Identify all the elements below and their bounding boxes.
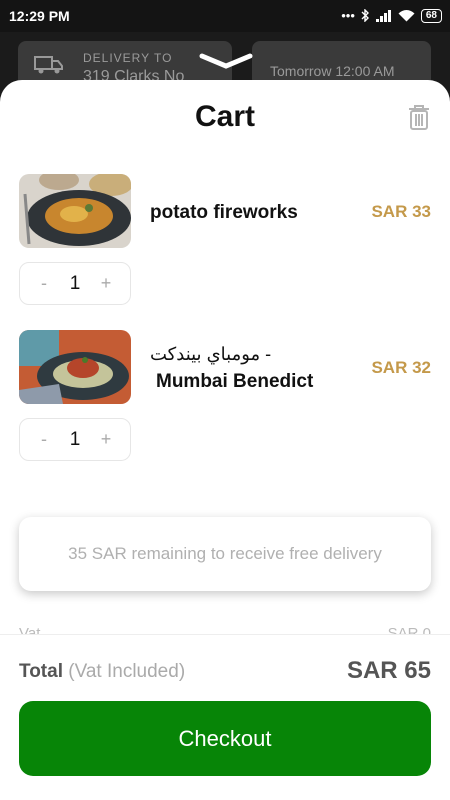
status-time: 12:29 PM xyxy=(9,8,70,24)
food-image xyxy=(19,174,131,248)
sheet-handle-icon[interactable] xyxy=(198,52,254,70)
decrease-button[interactable]: - xyxy=(36,429,52,450)
food-image xyxy=(19,330,131,404)
cart-item: potato fireworks SAR 33 - 1 + xyxy=(0,174,450,314)
page-title: Cart xyxy=(194,100,255,133)
vat-included-note: (Vat Included) xyxy=(68,661,186,682)
delivery-to-label: DELIVERY TO xyxy=(83,51,173,65)
status-bar: 12:29 PM ••• 68 xyxy=(0,0,450,32)
quantity-stepper: - 1 + xyxy=(19,262,131,305)
item-price: SAR 33 xyxy=(371,202,431,221)
cart-item: مومباي بيندكت - Mumbai Benedict SAR 32 -… xyxy=(0,330,450,470)
delivery-time: Tomorrow 12:00 AM xyxy=(270,63,395,79)
checkout-button[interactable]: Checkout xyxy=(19,701,431,776)
increase-button[interactable]: + xyxy=(98,273,114,294)
total-value: SAR 65 xyxy=(346,657,431,684)
cart-footer: Total (Vat Included) SAR 65 Checkout xyxy=(0,634,450,800)
total-text: Total xyxy=(19,661,63,682)
quantity-value: 1 xyxy=(69,428,81,450)
signal-icon xyxy=(375,9,391,22)
free-delivery-notice: 35 SAR remaining to receive free deliver… xyxy=(19,517,431,591)
total-label: Total (Vat Included) xyxy=(19,661,185,683)
truck-icon xyxy=(34,56,63,74)
increase-button[interactable]: + xyxy=(98,429,114,450)
more-icon: ••• xyxy=(341,8,355,23)
cart-sheet: Cart potato fireworks SAR 33 - 1 + مومبا… xyxy=(0,80,450,800)
battery-icon: 68 xyxy=(420,8,442,23)
item-name-arabic: مومباي بيندكت - xyxy=(150,344,272,364)
item-price: SAR 32 xyxy=(371,358,431,377)
item-name: potato fireworks xyxy=(150,202,298,223)
decrease-button[interactable]: - xyxy=(36,273,52,294)
wifi-icon xyxy=(398,9,415,21)
status-icons: ••• 68 xyxy=(341,8,442,23)
item-name: Mumbai Benedict xyxy=(156,371,314,392)
quantity-stepper: - 1 + xyxy=(19,418,131,461)
quantity-value: 1 xyxy=(69,272,81,294)
bluetooth-icon xyxy=(361,9,369,22)
trash-icon[interactable] xyxy=(404,102,434,132)
